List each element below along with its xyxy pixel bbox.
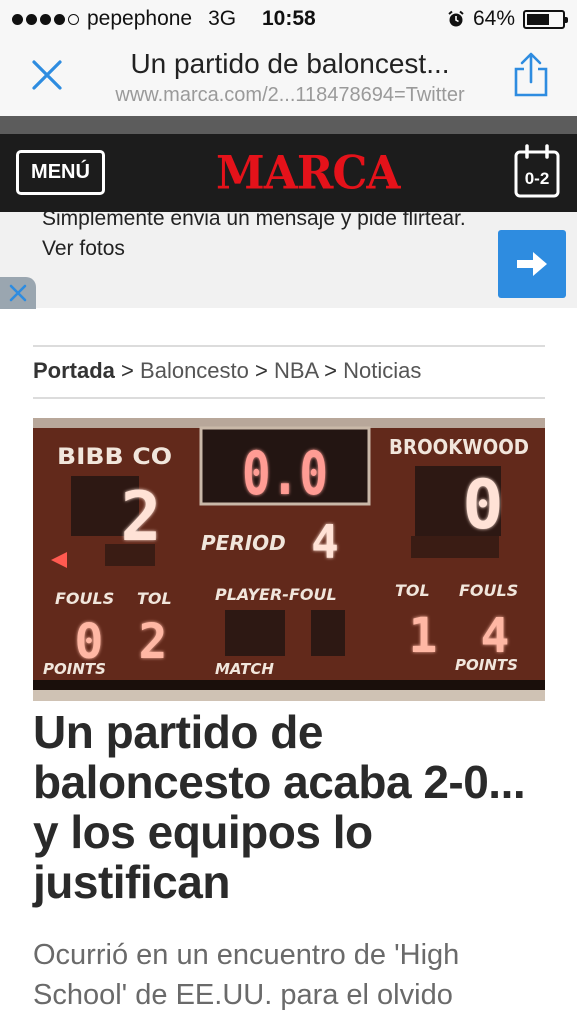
article-hero-image[interactable]: BIBB CO BROOKWOOD PERIOD FOULS TOL PLAYE… bbox=[33, 418, 545, 701]
carrier-group: pepephone 3G bbox=[12, 7, 236, 31]
toolbar-shadow bbox=[0, 116, 577, 134]
home-tol-value: 2 bbox=[139, 614, 168, 670]
home-tol-label: TOL bbox=[137, 589, 172, 608]
article-subheadline: Ocurrió en un encuentro de 'High School'… bbox=[33, 939, 460, 1011]
scores-icon-label: 0-2 bbox=[525, 169, 550, 188]
scores-calendar-icon[interactable]: 0-2 bbox=[513, 144, 561, 199]
ad-go-button[interactable] bbox=[498, 230, 566, 298]
away-team-name: BROOKWOOD bbox=[389, 435, 529, 459]
breadcrumb-item-noticias[interactable]: Noticias bbox=[343, 358, 421, 383]
alarm-icon bbox=[448, 10, 464, 27]
signal-strength-icon bbox=[12, 13, 79, 25]
share-icon[interactable] bbox=[511, 52, 551, 98]
breadcrumb-item-baloncesto[interactable]: Baloncesto bbox=[140, 358, 249, 383]
status-bar: pepephone 3G 10:58 64% bbox=[0, 0, 577, 38]
marca-logo[interactable]: MARCA bbox=[216, 147, 401, 201]
home-team-name: BIBB CO bbox=[57, 445, 172, 470]
divider bbox=[33, 345, 545, 347]
battery-icon bbox=[523, 9, 568, 29]
browser-page-title[interactable]: Un partido de baloncest... bbox=[100, 48, 480, 80]
divider bbox=[33, 397, 545, 399]
ad-text[interactable]: Simplemente envia un mensaje y pide flir… bbox=[42, 212, 482, 264]
period-number: 4 bbox=[311, 515, 339, 569]
home-fouls-value: 0 bbox=[75, 614, 104, 670]
arrow-right-icon bbox=[517, 252, 547, 276]
home-score: 2 bbox=[121, 478, 162, 557]
match-label: MATCH bbox=[215, 660, 274, 678]
network-type: 3G bbox=[208, 7, 237, 30]
carrier-name: pepephone bbox=[87, 7, 193, 30]
breadcrumb-item-nba[interactable]: NBA bbox=[274, 358, 318, 383]
menu-button[interactable]: MENÚ bbox=[16, 150, 105, 195]
close-icon bbox=[9, 284, 27, 302]
battery-percent: 64% bbox=[472, 7, 515, 30]
status-time: 10:58 bbox=[262, 7, 316, 30]
ad-banner[interactable]: Simplemente envia un mensaje y pide flir… bbox=[0, 212, 577, 308]
away-fouls-label: FOULS bbox=[459, 581, 518, 600]
breadcrumb: Portada > Baloncesto > NBA > Noticias bbox=[33, 358, 422, 383]
battery-group: 64% bbox=[447, 7, 568, 31]
breadcrumb-item-portada[interactable]: Portada bbox=[33, 358, 115, 383]
period-label: PERIOD bbox=[201, 531, 286, 555]
away-tol-value: 1 bbox=[409, 608, 438, 664]
ad-close-button[interactable] bbox=[0, 277, 36, 309]
browser-url-bar: Un partido de baloncest... www.marca.com… bbox=[0, 38, 577, 116]
close-icon[interactable] bbox=[28, 56, 66, 94]
game-clock: 0.0 bbox=[242, 439, 328, 509]
browser-url[interactable]: www.marca.com/2...118478694=Twitter bbox=[88, 84, 492, 107]
home-fouls-label: FOULS bbox=[55, 589, 114, 608]
away-fouls-value: 4 bbox=[481, 608, 510, 664]
scoreboard-photo: BIBB CO BROOKWOOD PERIOD FOULS TOL PLAYE… bbox=[33, 418, 545, 701]
away-tol-label: TOL bbox=[395, 581, 430, 600]
away-score: 0 bbox=[463, 466, 504, 545]
article-headline[interactable]: Un partido de baloncesto acaba 2-0... y … bbox=[33, 707, 553, 907]
site-header: MENÚ MARCA 0-2 bbox=[0, 134, 577, 212]
player-foul-label: PLAYER-FOUL bbox=[215, 585, 337, 604]
